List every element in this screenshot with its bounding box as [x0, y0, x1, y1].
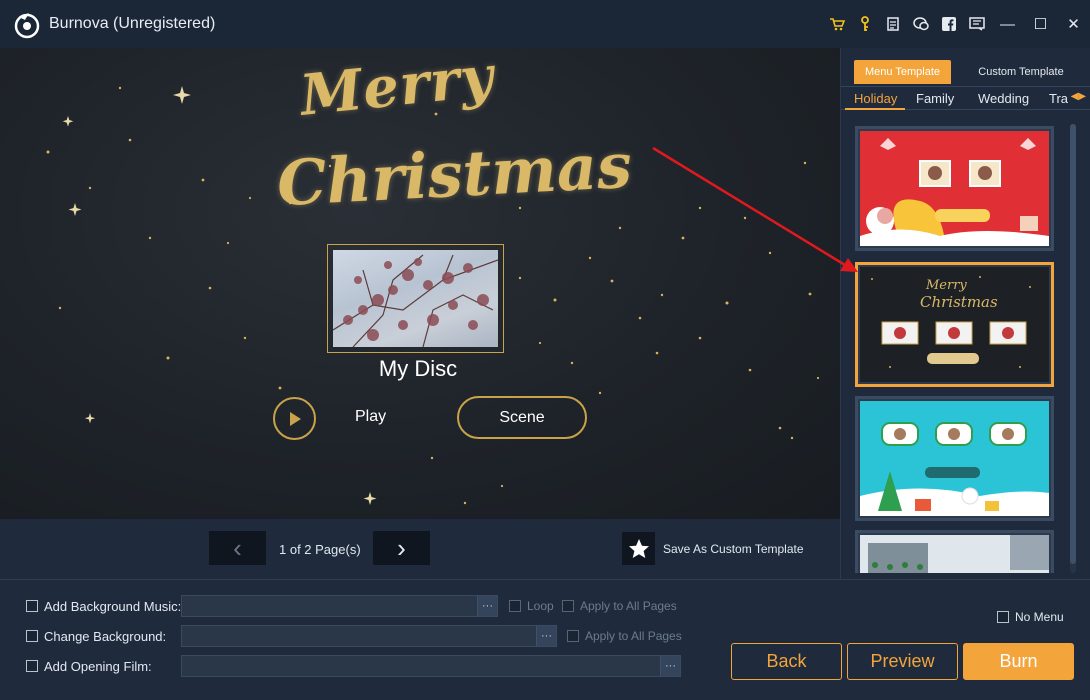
- background-field[interactable]: ···: [181, 625, 557, 647]
- title-bar: Burnova (Unregistered) — ☐ ✕: [0, 0, 1090, 48]
- category-travel[interactable]: Tra: [1049, 91, 1068, 106]
- document-icon[interactable]: [879, 0, 907, 48]
- category-tabs: Holiday Family Wedding Tra ◀▶: [841, 86, 1090, 110]
- browse-film-button[interactable]: ···: [660, 656, 680, 676]
- play-label[interactable]: Play: [355, 408, 386, 426]
- burnova-window: Burnova (Unregistered) — ☐ ✕ Merry Chris…: [0, 0, 1090, 700]
- opening-film-label: Add Opening Film:: [44, 658, 152, 674]
- svg-text:Christmas: Christmas: [920, 293, 998, 311]
- back-button[interactable]: Back: [731, 643, 842, 680]
- apply-all-background-label: Apply to All Pages: [585, 629, 682, 643]
- apply-all-music-label: Apply to All Pages: [580, 599, 677, 613]
- bg-music-field[interactable]: ···: [181, 595, 498, 617]
- loop-option[interactable]: Loop: [509, 599, 554, 613]
- bg-music-checkbox[interactable]: [26, 600, 38, 612]
- browse-music-button[interactable]: ···: [477, 596, 497, 616]
- apply-all-music-checkbox[interactable]: [562, 600, 574, 612]
- active-category-underline: [845, 108, 905, 110]
- category-holiday[interactable]: Holiday: [854, 91, 897, 106]
- scene-button[interactable]: Scene: [457, 396, 587, 439]
- disc-thumbnail[interactable]: [327, 244, 504, 353]
- page-indicator: 1 of 2 Page(s): [279, 542, 361, 557]
- change-background-option[interactable]: Change Background:: [26, 625, 166, 647]
- app-title: Burnova (Unregistered): [49, 15, 216, 32]
- template-card-red-santa[interactable]: [855, 126, 1054, 251]
- apply-all-background-option[interactable]: Apply to All Pages: [567, 629, 682, 643]
- chat-icon[interactable]: [907, 0, 935, 48]
- opening-film-option[interactable]: Add Opening Film:: [26, 655, 152, 677]
- change-background-label: Change Background:: [44, 628, 167, 644]
- no-menu-option[interactable]: No Menu: [997, 610, 1064, 624]
- template-card-merry-christmas[interactable]: Merry Christmas: [855, 262, 1054, 387]
- save-template-label: Save As Custom Template: [663, 541, 804, 556]
- tab-custom-template[interactable]: Custom Template: [966, 60, 1076, 84]
- template-card-teal-snow[interactable]: [855, 396, 1054, 521]
- close-button[interactable]: ✕: [1057, 0, 1090, 48]
- key-icon[interactable]: [851, 0, 879, 48]
- feedback-icon[interactable]: [963, 0, 991, 48]
- page-navigation: ‹ 1 of 2 Page(s) › Save As Custom Templa…: [0, 519, 840, 579]
- bg-music-label: Add Background Music:: [44, 598, 182, 614]
- category-family[interactable]: Family: [916, 91, 954, 106]
- scrollbar-thumb[interactable]: [1070, 124, 1076, 564]
- bottom-options: Add Background Music: ··· Loop Apply to …: [0, 579, 1090, 700]
- apply-all-music-option[interactable]: Apply to All Pages: [562, 599, 677, 613]
- template-list: Merry Christmas: [855, 124, 1055, 573]
- no-menu-checkbox[interactable]: [997, 611, 1009, 623]
- disc-title[interactable]: My Disc: [0, 356, 836, 382]
- title-bar-tools: — ☐ ✕: [823, 0, 1090, 48]
- minimize-button[interactable]: —: [991, 0, 1024, 48]
- template-card-photo-collage[interactable]: [855, 530, 1054, 573]
- change-background-checkbox[interactable]: [26, 630, 38, 642]
- template-scrollbar[interactable]: [1070, 124, 1076, 573]
- tab-menu-template[interactable]: Menu Template: [854, 60, 951, 84]
- play-icon: [289, 411, 301, 426]
- burn-button[interactable]: Burn: [963, 643, 1074, 680]
- star-icon: [622, 532, 655, 565]
- previous-page-button[interactable]: ‹: [209, 531, 266, 565]
- bg-music-option[interactable]: Add Background Music:: [26, 595, 181, 617]
- burnova-logo-icon: [14, 13, 40, 39]
- category-wedding[interactable]: Wedding: [978, 91, 1029, 106]
- next-page-button[interactable]: ›: [373, 531, 430, 565]
- preview-button[interactable]: Preview: [847, 643, 958, 680]
- maximize-button[interactable]: ☐: [1024, 0, 1057, 48]
- loop-label: Loop: [527, 599, 554, 613]
- no-menu-label: No Menu: [1015, 610, 1064, 624]
- opening-film-checkbox[interactable]: [26, 660, 38, 672]
- save-as-custom-template[interactable]: Save As Custom Template: [622, 532, 804, 565]
- opening-film-field[interactable]: ···: [181, 655, 681, 677]
- facebook-icon[interactable]: [935, 0, 963, 48]
- category-scroll-arrows-icon[interactable]: ◀▶: [1071, 91, 1086, 102]
- play-button[interactable]: [273, 397, 316, 440]
- template-tabs: Menu Template Custom Template: [854, 60, 1080, 84]
- svg-text:Merry: Merry: [925, 278, 967, 293]
- loop-checkbox[interactable]: [509, 600, 521, 612]
- browse-background-button[interactable]: ···: [536, 626, 556, 646]
- apply-all-background-checkbox[interactable]: [567, 630, 579, 642]
- menu-preview-canvas: Merry Christmas My Disc Play Scene: [0, 48, 840, 519]
- template-panel: Menu Template Custom Template Holiday Fa…: [840, 48, 1090, 579]
- blossom-photo: [333, 250, 498, 347]
- cart-icon[interactable]: [823, 0, 851, 48]
